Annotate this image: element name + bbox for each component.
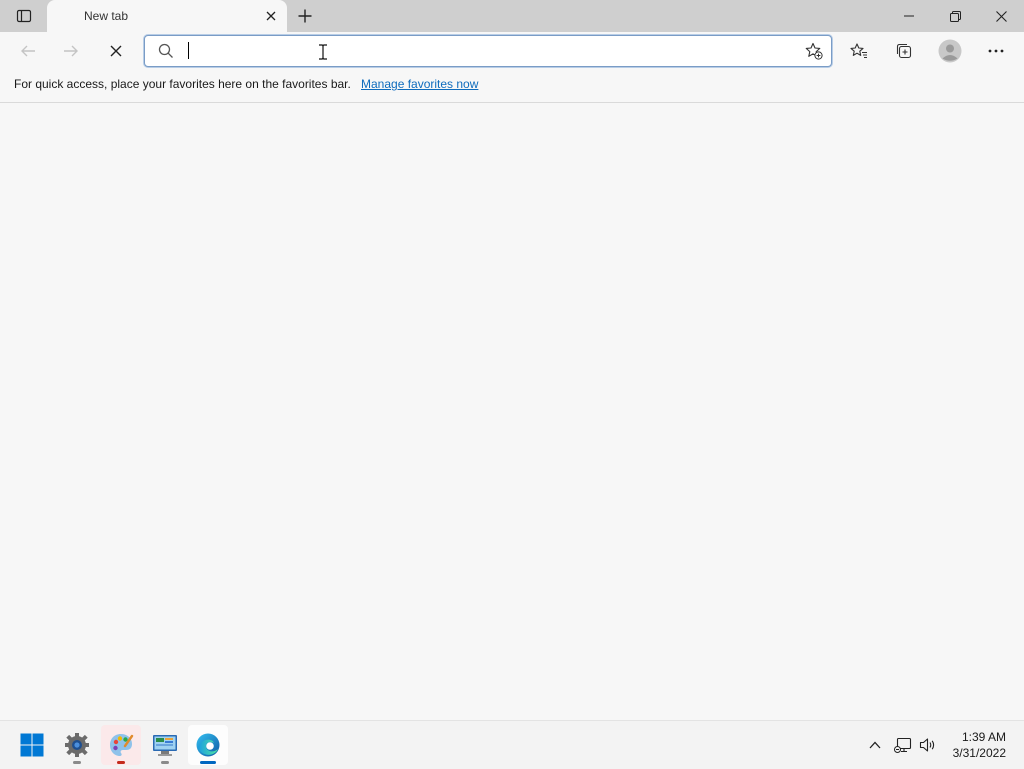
new-tab-button[interactable] bbox=[292, 4, 318, 28]
close-window-button[interactable] bbox=[978, 0, 1024, 32]
navigation-toolbar bbox=[0, 32, 1024, 70]
chevron-up-icon bbox=[869, 741, 881, 749]
taskbar-settings[interactable] bbox=[57, 725, 97, 765]
address-bar[interactable] bbox=[144, 35, 832, 67]
volume-icon bbox=[919, 738, 935, 752]
settings-and-more-button[interactable] bbox=[980, 36, 1012, 66]
profile-button[interactable] bbox=[934, 36, 966, 66]
star-plus-icon bbox=[805, 42, 823, 60]
windows-logo-icon bbox=[20, 733, 44, 757]
taskbar-clock[interactable]: 1:39 AM 3/31/2022 bbox=[953, 729, 1006, 761]
minimize-icon bbox=[904, 15, 914, 17]
tab-actions-icon bbox=[16, 9, 32, 23]
text-cursor-icon bbox=[319, 44, 327, 60]
gear-icon bbox=[65, 733, 89, 757]
back-button[interactable] bbox=[12, 36, 44, 66]
favorites-icon bbox=[850, 43, 867, 59]
tab-title: New tab bbox=[84, 9, 129, 23]
favorites-button[interactable] bbox=[843, 36, 875, 66]
address-input[interactable] bbox=[185, 38, 785, 62]
profile-icon bbox=[938, 39, 962, 63]
search-icon bbox=[158, 43, 173, 58]
running-indicator bbox=[117, 761, 125, 764]
close-icon bbox=[266, 11, 276, 21]
manage-favorites-link[interactable]: Manage favorites now bbox=[361, 77, 478, 91]
stop-loading-button[interactable] bbox=[100, 36, 132, 66]
running-indicator bbox=[161, 761, 169, 764]
text-caret bbox=[188, 42, 189, 59]
add-favorite-button[interactable] bbox=[805, 42, 823, 60]
plus-icon bbox=[298, 9, 312, 23]
tab-actions-button[interactable] bbox=[8, 6, 40, 26]
back-arrow-icon bbox=[21, 45, 35, 57]
network-icon bbox=[894, 737, 912, 753]
paint-palette-icon bbox=[110, 734, 134, 756]
minimize-button[interactable] bbox=[886, 0, 932, 32]
clock-time: 1:39 AM bbox=[961, 730, 1006, 744]
start-button[interactable] bbox=[12, 725, 52, 765]
running-indicator bbox=[73, 761, 81, 764]
page-content bbox=[0, 103, 1024, 720]
forward-button[interactable] bbox=[55, 36, 87, 66]
title-bar: New tab bbox=[0, 0, 1024, 32]
show-hidden-icons-button[interactable] bbox=[864, 733, 886, 757]
taskbar-edge[interactable] bbox=[188, 725, 228, 765]
edge-icon bbox=[196, 733, 220, 757]
collections-icon bbox=[896, 43, 912, 59]
volume-button[interactable] bbox=[917, 733, 939, 757]
forward-arrow-icon bbox=[64, 45, 78, 57]
close-icon bbox=[995, 10, 1007, 22]
network-status-button[interactable] bbox=[892, 733, 914, 757]
stop-icon bbox=[110, 45, 122, 57]
close-tab-button[interactable] bbox=[263, 8, 279, 24]
favorites-bar: For quick access, place your favorites h… bbox=[0, 70, 1024, 103]
more-icon bbox=[988, 49, 1004, 53]
favorites-bar-message: For quick access, place your favorites h… bbox=[14, 77, 351, 91]
taskbar-control-panel[interactable] bbox=[145, 725, 185, 765]
restore-icon bbox=[949, 10, 961, 22]
clock-date: 3/31/2022 bbox=[952, 746, 1006, 760]
restore-button[interactable] bbox=[932, 0, 978, 32]
tab-new-tab[interactable]: New tab bbox=[47, 0, 287, 32]
active-indicator bbox=[200, 761, 216, 764]
taskbar-paint[interactable] bbox=[101, 725, 141, 765]
taskbar: 1:39 AM 3/31/2022 bbox=[0, 720, 1024, 769]
control-panel-icon bbox=[153, 735, 177, 756]
collections-button[interactable] bbox=[888, 36, 920, 66]
